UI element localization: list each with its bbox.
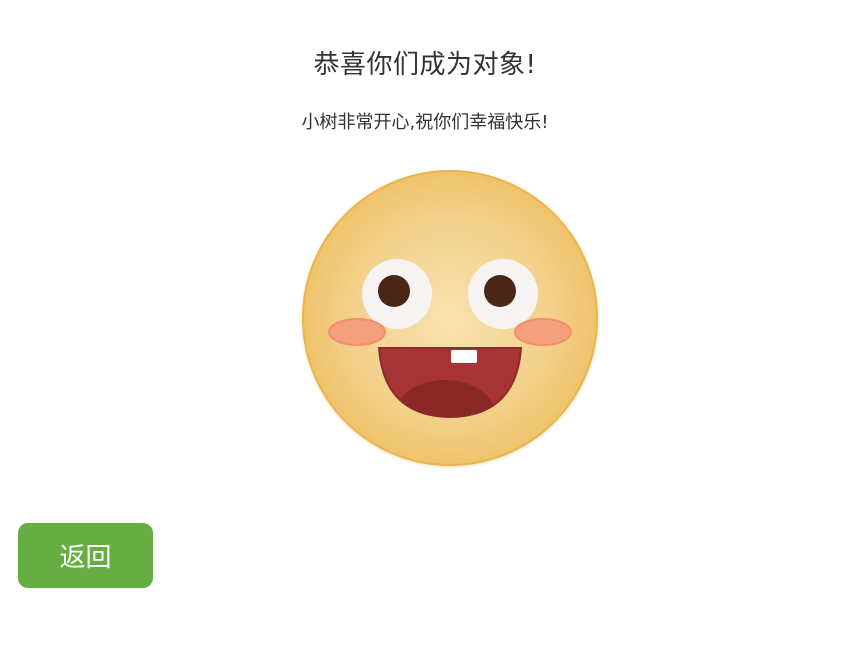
celebration-page: 恭喜你们成为对象! 小树非常开心,祝你们幸福快乐! 返回 [0,0,850,647]
page-title: 恭喜你们成为对象! [313,50,537,80]
left-cheek [328,318,386,346]
left-pupil [378,275,410,307]
happy-face-icon [300,168,600,468]
right-pupil [484,275,516,307]
happy-face-svg [302,170,598,466]
page-subtitle: 小树非常开心,祝你们幸福快乐! [301,112,549,133]
back-button[interactable]: 返回 [18,523,153,588]
face-circle [302,170,598,466]
right-cheek [514,318,572,346]
tooth [451,350,477,363]
